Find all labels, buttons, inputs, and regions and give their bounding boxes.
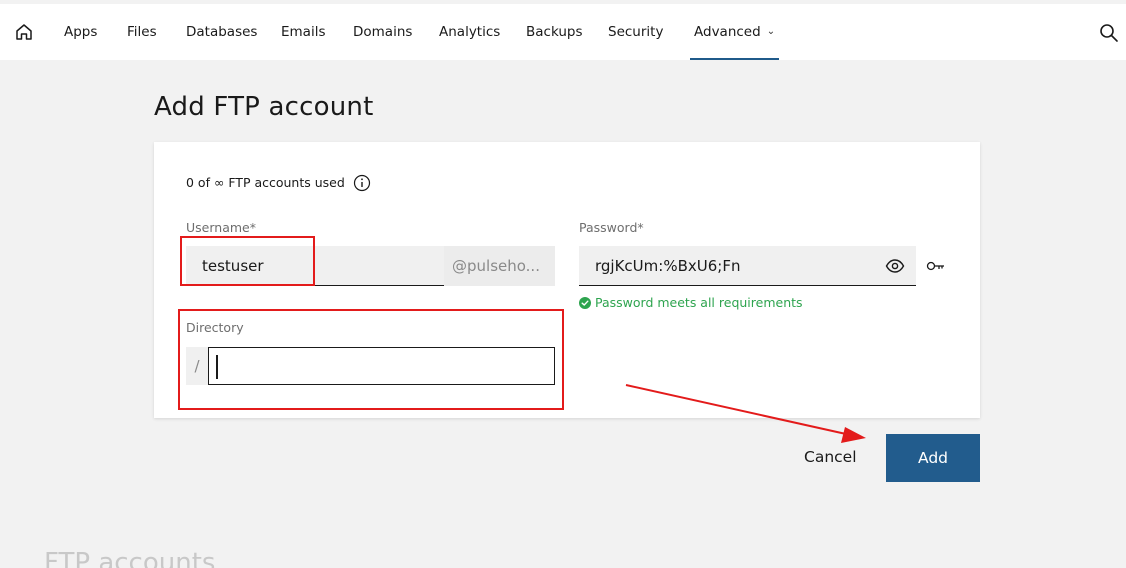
ftp-accounts-section-title: FTP accounts [44,548,216,568]
nav-item-security[interactable]: Security [608,4,663,60]
username-domain-suffix: @pulseho... [444,246,555,286]
home-icon[interactable] [14,22,34,42]
search-icon[interactable] [1099,23,1119,43]
eye-icon[interactable] [885,257,905,275]
annotation-box-directory [178,309,564,410]
cancel-button[interactable]: Cancel [804,448,857,466]
nav-item-analytics[interactable]: Analytics [439,4,500,60]
page-title: Add FTP account [154,92,374,122]
password-label: Password* [579,220,644,235]
username-domain-suffix-text: @pulseho... [452,257,540,275]
nav-item-files[interactable]: Files [127,4,157,60]
password-status: Password meets all requirements [579,295,803,310]
nav-item-databases[interactable]: Databases [186,4,257,60]
annotation-box-username [180,236,315,286]
info-icon[interactable] [353,174,371,192]
password-value: rgjKcUm:%BxU6;Fn [595,257,741,275]
nav-item-apps[interactable]: Apps [64,4,97,60]
nav-item-backups[interactable]: Backups [526,4,583,60]
nav-item-advanced-label: Advanced [694,24,761,40]
chevron-down-icon: ⌄ [766,26,776,37]
username-label: Username* [186,220,256,235]
check-circle-icon [579,297,591,309]
nav-item-emails[interactable]: Emails [281,4,326,60]
password-status-text: Password meets all requirements [595,295,803,310]
add-button[interactable]: Add [886,434,980,482]
key-icon[interactable] [926,258,946,274]
nav-item-domains[interactable]: Domains [353,4,412,60]
nav-item-advanced[interactable]: Advanced ⌄ [690,4,780,60]
top-nav: Apps Files Databases Emails Domains Anal… [0,4,1126,60]
ftp-usage-text: 0 of ∞ FTP accounts used [186,175,345,190]
password-input[interactable]: rgjKcUm:%BxU6;Fn [579,246,916,286]
